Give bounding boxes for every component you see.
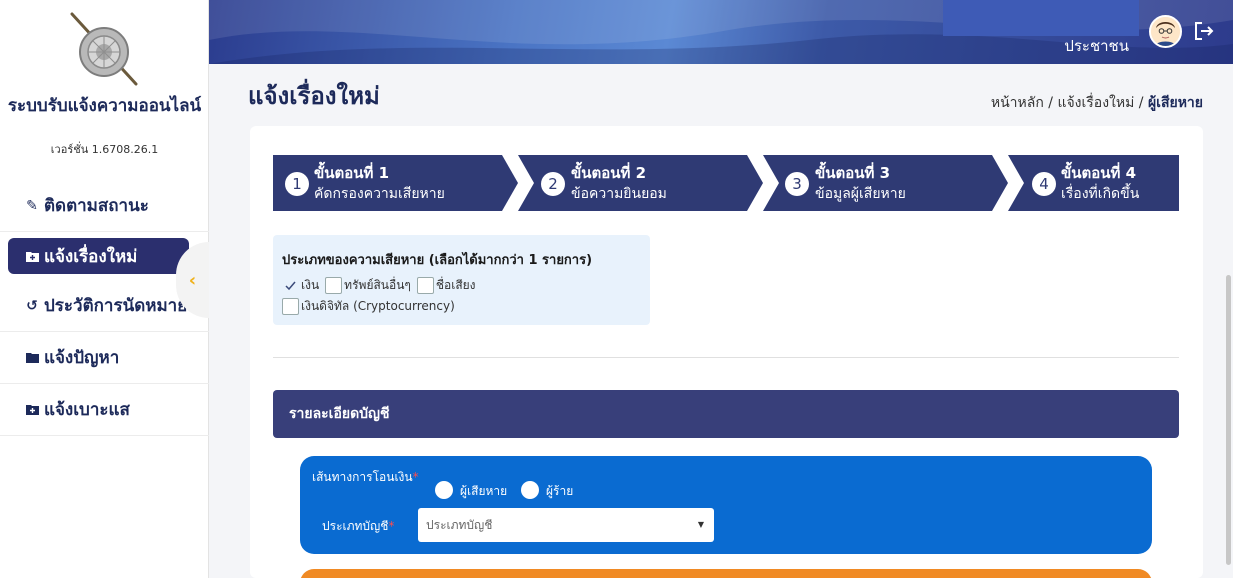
sidebar-item-label: แจ้งเบาะแส (44, 400, 130, 420)
sidebar-item-report-problem[interactable]: แจ้งปัญหา (0, 332, 209, 384)
check-icon (285, 281, 296, 291)
app-version: เวอร์ชั่น 1.6708.26.1 (50, 143, 159, 156)
folder-icon (24, 351, 40, 365)
user-avatar-icon[interactable] (1149, 15, 1182, 48)
sidebar-item-track-status[interactable]: ✎ ติดตามสถานะ (0, 180, 209, 232)
account-type-label: ประเภทบัญชี* (322, 519, 395, 533)
sidebar-item-label: แจ้งเรื่องใหม่ (44, 246, 138, 267)
step-2[interactable]: 2 ขั้นตอนที่ 2 ข้อความยินยอม (518, 155, 763, 211)
step-1[interactable]: 1 ขั้นตอนที่ 1 คัดกรองความเสียหาย (273, 155, 518, 211)
breadcrumb: หน้าหลัก / แจ้งเรื่องใหม่ / ผู้เสียหาย (991, 92, 1203, 114)
account-type-select[interactable]: ประเภทบัญชี ▼ (418, 508, 714, 542)
radio-victim[interactable] (435, 481, 453, 499)
breadcrumb-current: ผู้เสียหาย (1147, 95, 1203, 111)
sidebar-item-label: ประวัติการนัดหมาย (44, 296, 188, 316)
damage-money-checkbox[interactable] (282, 277, 299, 294)
damage-reputation-checkbox[interactable] (416, 277, 434, 294)
radio-suspect[interactable] (521, 481, 539, 499)
transfer-route-label: เส้นทางการโอนเงิน* (312, 470, 419, 484)
damage-property-checkbox[interactable] (325, 277, 343, 294)
damage-crypto-label: เงินดิจิทัล (Cryptocurrency) (301, 299, 455, 313)
damage-options-row: เงินดิจิทัล (Cryptocurrency) (282, 297, 461, 316)
step-title: ขั้นตอนที่ 3 (815, 164, 891, 182)
damage-options-row: เงิน ทรัพย์สินอื่นๆ ชื่อเสียง (282, 276, 482, 295)
radio-victim-label: ผู้เสียหาย (460, 484, 508, 498)
stepper: 1 ขั้นตอนที่ 1 คัดกรองความเสียหาย 2 ขั้น… (273, 155, 1179, 211)
step-subtitle: เรื่องที่เกิดขึ้น (1061, 186, 1140, 202)
step-number: 1 (285, 172, 309, 196)
sidebar-item-label: แจ้งปัญหา (44, 348, 120, 368)
app-title: ระบบรับแจ้งความออนไลน์ (7, 96, 202, 116)
header-redacted-area (943, 0, 1139, 36)
radio-suspect-label: ผู้ร้าย (546, 484, 574, 498)
top-header: ประชาชน (209, 0, 1233, 64)
sidebar-item-label: ติดตามสถานะ (44, 196, 149, 216)
damage-type-box: ประเภทของความเสียหาย (เลือกได้มากกว่า 1 … (273, 235, 650, 325)
breadcrumb-parent[interactable]: แจ้งเรื่องใหม่ (1057, 95, 1134, 111)
sidebar-nav: ✎ ติดตามสถานะ แจ้งเรื่องใหม่ ↺ ประวัติกา… (0, 180, 209, 436)
edit-icon: ✎ (26, 197, 38, 214)
breadcrumb-separator: / (1134, 95, 1148, 111)
damage-property-label: ทรัพย์สินอื่นๆ (344, 278, 411, 292)
logout-icon[interactable] (1193, 20, 1215, 42)
step-title: ขั้นตอนที่ 2 (571, 164, 647, 182)
page-scrollbar[interactable] (1226, 275, 1231, 565)
step-subtitle: ข้อความยินยอม (571, 186, 667, 202)
step-number: 4 (1032, 172, 1056, 196)
page-title: แจ้งเรื่องใหม่ (248, 82, 380, 110)
sidebar-item-new-report[interactable]: แจ้งเรื่องใหม่ (8, 238, 189, 274)
chevron-left-icon: ‹ (188, 269, 197, 291)
breadcrumb-separator: / (1043, 95, 1058, 111)
damage-crypto-checkbox[interactable] (282, 298, 299, 315)
damage-money-label: เงิน (301, 278, 320, 292)
step-title: ขั้นตอนที่ 1 (314, 164, 390, 182)
account-details-header: รายละเอียดบัญชี (273, 390, 1179, 438)
step-number: 2 (541, 172, 565, 196)
history-icon: ↺ (26, 297, 38, 314)
step-3[interactable]: 3 ขั้นตอนที่ 3 ข้อมูลผู้เสียหาย (763, 155, 1008, 211)
folder-plus-icon (24, 403, 40, 417)
sidebar-item-tip-off[interactable]: แจ้งเบาะแส (0, 384, 209, 436)
step-4[interactable]: 4 ขั้นตอนที่ 4 เรื่องที่เกิดขึ้น (1008, 155, 1179, 211)
section-divider (273, 357, 1179, 358)
damage-type-title: ประเภทของความเสียหาย (เลือกได้มากกว่า 1 … (282, 253, 593, 268)
account-type-value: ประเภทบัญชี (426, 518, 493, 532)
step-title: ขั้นตอนที่ 4 (1061, 164, 1137, 182)
step-subtitle: คัดกรองความเสียหาย (314, 186, 445, 202)
step-number: 3 (785, 172, 809, 196)
breadcrumb-home[interactable]: หน้าหลัก (991, 95, 1044, 111)
user-name: ประชาชน (1064, 37, 1129, 55)
step-subtitle: ข้อมูลผู้เสียหาย (815, 186, 906, 202)
folder-plus-icon (24, 249, 40, 263)
agency-logo (70, 12, 138, 86)
next-section-panel (300, 569, 1152, 578)
damage-reputation-label: ชื่อเสียง (435, 278, 476, 292)
caret-down-icon: ▼ (697, 520, 704, 529)
